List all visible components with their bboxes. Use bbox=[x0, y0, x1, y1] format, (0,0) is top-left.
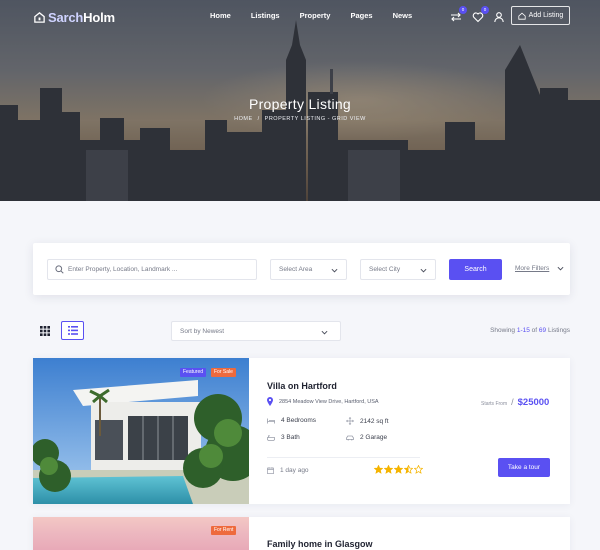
listing-image[interactable]: Featured For Sale bbox=[33, 358, 249, 504]
brand-name: SarchHolm bbox=[48, 9, 115, 25]
area-select[interactable]: Select Area bbox=[270, 259, 347, 280]
results-count: Showing 1-15 of 69 Listings bbox=[490, 327, 570, 334]
wishlist-count-badge: 0 bbox=[481, 6, 489, 14]
account-button[interactable] bbox=[493, 10, 505, 23]
breadcrumb: HOME / PROPERTY LISTING - GRID VIEW bbox=[0, 116, 600, 122]
listing-card: Featured For Sale Villa on Hartford 2854… bbox=[33, 358, 570, 504]
grid-icon bbox=[39, 325, 50, 336]
listing-card: For Rent Family home in Glasgow bbox=[33, 517, 570, 550]
sort-select[interactable]: Sort by Newest bbox=[171, 321, 341, 341]
calendar-icon bbox=[267, 467, 274, 474]
add-listing-label: Add Listing bbox=[528, 12, 564, 19]
city-select[interactable]: Select City bbox=[360, 259, 436, 280]
bath-feature: 3 Bath bbox=[267, 434, 300, 441]
home-icon bbox=[518, 12, 526, 20]
menu-pages[interactable]: Pages bbox=[350, 11, 372, 20]
listing-price: Starts From / $25000 bbox=[481, 397, 549, 408]
breadcrumb-separator: / bbox=[257, 116, 260, 122]
menu-news[interactable]: News bbox=[393, 11, 413, 20]
listing-title[interactable]: Family home in Glasgow bbox=[267, 539, 373, 549]
city-select-value: Select City bbox=[369, 266, 401, 273]
bathtub-icon bbox=[267, 434, 275, 441]
featured-tag: Featured bbox=[180, 368, 207, 377]
price-prefix: Starts From bbox=[481, 401, 508, 407]
top-navbar: SarchHolm Home Listings Property Pages N… bbox=[0, 0, 600, 32]
compare-button[interactable]: 0 bbox=[450, 6, 467, 22]
search-field[interactable] bbox=[47, 259, 257, 280]
list-view-button[interactable] bbox=[61, 321, 84, 340]
car-icon bbox=[346, 435, 354, 440]
listing-title[interactable]: Villa on Hartford bbox=[267, 381, 337, 391]
area-select-value: Select Area bbox=[279, 266, 313, 273]
search-button[interactable]: Search bbox=[449, 259, 502, 280]
breadcrumb-current: PROPERTY LISTING - GRID VIEW bbox=[264, 116, 366, 122]
garage-text: 2 Garage bbox=[360, 434, 388, 441]
user-icon bbox=[494, 12, 504, 23]
compare-count-badge: 0 bbox=[459, 6, 467, 14]
menu-home[interactable]: Home bbox=[210, 11, 231, 20]
chevron-down-icon bbox=[331, 268, 338, 273]
bedrooms-feature: 4 Bedrooms bbox=[267, 417, 316, 424]
take-a-tour-button[interactable]: Take a tour bbox=[498, 458, 550, 477]
bath-text: 3 Bath bbox=[281, 434, 300, 441]
listing-address: 2854 Meadow View Drive, Hartford, USA bbox=[267, 397, 379, 406]
chevron-down-icon bbox=[321, 330, 328, 335]
more-filters-label: More Filters bbox=[515, 265, 550, 272]
for-sale-tag: For Sale bbox=[211, 368, 236, 377]
sort-select-value: Sort by Newest bbox=[180, 327, 225, 335]
villa-photo bbox=[33, 358, 249, 504]
listing-address-text: 2854 Meadow View Drive, Hartford, USA bbox=[279, 398, 379, 405]
area-icon bbox=[346, 417, 354, 425]
star-icon bbox=[404, 465, 413, 474]
add-listing-button[interactable]: Add Listing bbox=[511, 6, 570, 25]
search-input[interactable] bbox=[68, 266, 248, 273]
price-separator: / bbox=[511, 397, 514, 407]
price-value: $25000 bbox=[517, 397, 550, 408]
for-rent-tag: For Rent bbox=[211, 526, 237, 535]
posted-date: 1 day ago bbox=[267, 467, 309, 474]
area-text: 2142 sq ft bbox=[360, 417, 389, 425]
star-icon bbox=[374, 465, 383, 474]
menu-listings[interactable]: Listings bbox=[251, 11, 280, 20]
garage-feature: 2 Garage bbox=[346, 434, 387, 441]
search-panel: Select Area Select City Search More Filt… bbox=[33, 243, 570, 295]
list-icon bbox=[67, 326, 78, 335]
wishlist-button[interactable]: 0 bbox=[472, 6, 489, 23]
star-icon bbox=[394, 465, 403, 474]
posted-date-text: 1 day ago bbox=[280, 467, 309, 474]
menu-property[interactable]: Property bbox=[300, 11, 331, 20]
star-icon bbox=[384, 465, 393, 474]
chevron-down-icon bbox=[557, 266, 564, 271]
grid-view-button[interactable] bbox=[33, 321, 56, 340]
bed-icon bbox=[267, 418, 275, 423]
search-icon bbox=[55, 265, 64, 274]
bedrooms-text: 4 Bedrooms bbox=[281, 417, 317, 424]
chevron-down-icon bbox=[420, 268, 427, 273]
listing-image[interactable]: For Rent bbox=[33, 517, 249, 550]
page-title: Property Listing bbox=[248, 96, 352, 112]
home-icon bbox=[34, 11, 45, 23]
breadcrumb-home[interactable]: HOME bbox=[234, 116, 253, 122]
area-feature: 2142 sq ft bbox=[346, 417, 389, 425]
star-icon bbox=[414, 465, 423, 474]
more-filters-toggle[interactable]: More Filters bbox=[515, 265, 564, 272]
card-divider bbox=[267, 457, 420, 458]
brand-logo[interactable]: SarchHolm bbox=[33, 9, 115, 25]
map-pin-icon bbox=[267, 397, 273, 406]
main-menu: Home Listings Property Pages News bbox=[210, 11, 432, 20]
rating-stars bbox=[374, 465, 424, 474]
